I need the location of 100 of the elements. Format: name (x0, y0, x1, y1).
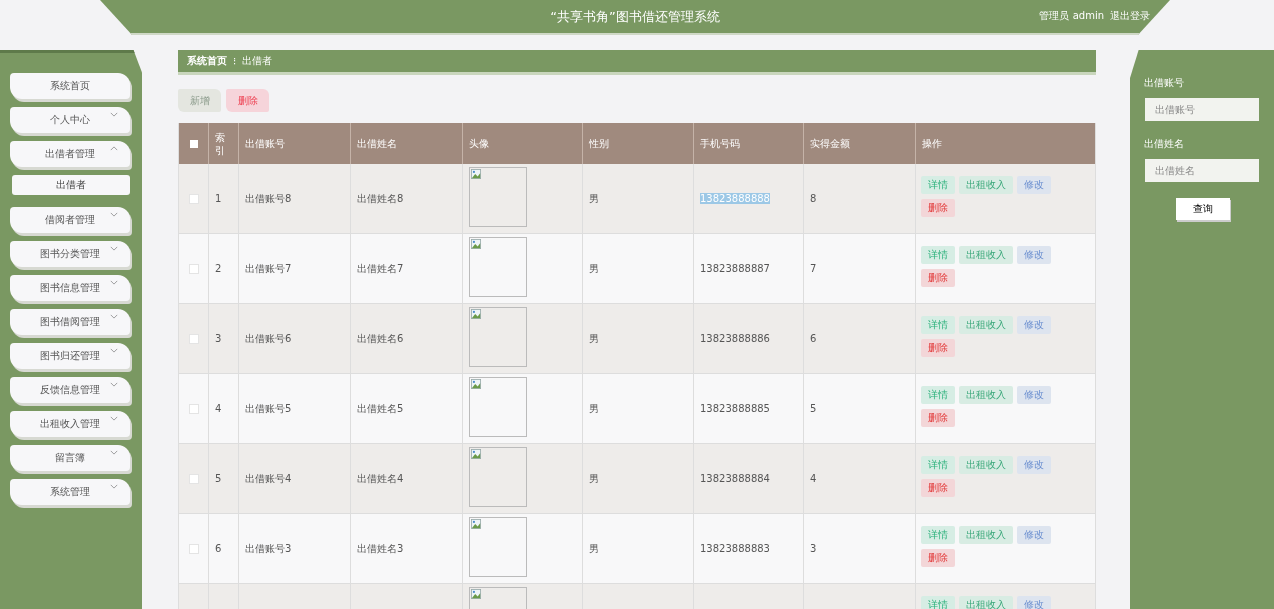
broken-image-icon (471, 309, 481, 319)
menu-item[interactable]: 图书借阅管理 (10, 309, 130, 335)
delete-button[interactable]: 删除 (921, 339, 955, 357)
row-checkbox[interactable] (188, 333, 199, 344)
detail-button[interactable]: 详情 (921, 456, 955, 474)
menu-item[interactable]: 借阅者管理 (10, 207, 130, 233)
detail-button[interactable]: 详情 (921, 246, 955, 264)
income-button[interactable]: 出租收入 (959, 176, 1013, 194)
menu-item[interactable]: 图书信息管理 (10, 275, 130, 301)
detail-button[interactable]: 详情 (921, 316, 955, 334)
table-cell: 13823888888 (700, 193, 770, 204)
table-cell: 男 (589, 191, 599, 206)
column-header: 操作 (922, 136, 942, 151)
select-all-checkbox[interactable] (189, 139, 198, 148)
logout-link[interactable]: 退出登录 (1110, 9, 1150, 23)
edit-button[interactable]: 修改 (1017, 316, 1051, 334)
breadcrumb-item[interactable]: 系统首页 (187, 54, 227, 68)
broken-image-icon (471, 379, 481, 389)
column-header: 性别 (589, 136, 609, 151)
menu-item[interactable]: 个人中心 (10, 107, 130, 133)
edit-button[interactable]: 修改 (1017, 246, 1051, 264)
detail-button[interactable]: 详情 (921, 176, 955, 194)
income-button[interactable]: 出租收入 (959, 246, 1013, 264)
detail-button[interactable]: 详情 (921, 596, 955, 609)
edit-button[interactable]: 修改 (1017, 526, 1051, 544)
table-cell: 5 (810, 403, 817, 414)
delete-button[interactable]: 删除 (921, 269, 955, 287)
table-cell: 4 (215, 403, 222, 414)
add-button[interactable]: 新增 (178, 89, 221, 112)
table-cell: 4 (810, 473, 817, 484)
system-title: “共享书角”图书借还管理系统 (550, 7, 720, 26)
income-button[interactable]: 出租收入 (959, 526, 1013, 544)
table-cell: 13823888883 (700, 543, 770, 554)
income-button[interactable]: 出租收入 (959, 316, 1013, 334)
menu-item[interactable]: 系统首页 (10, 73, 130, 99)
menu-item[interactable]: 系统管理 (10, 479, 130, 505)
edit-button[interactable]: 修改 (1017, 596, 1051, 609)
menu-item[interactable]: 出租收入管理 (10, 411, 130, 437)
search-field[interactable]: 出借账号 (1145, 98, 1259, 121)
table-cell: 6 (215, 543, 222, 554)
row-checkbox[interactable] (188, 193, 199, 204)
table-cell: 出借账号6 (245, 331, 292, 346)
submenu-item[interactable]: 出借者 (12, 175, 130, 195)
detail-button[interactable]: 详情 (921, 386, 955, 404)
detail-button[interactable]: 详情 (921, 526, 955, 544)
income-button[interactable]: 出租收入 (959, 456, 1013, 474)
table-cell: 出借姓名6 (357, 331, 404, 346)
table-cell: 男 (589, 401, 599, 416)
delete-button[interactable]: 删除 (921, 199, 955, 217)
breadcrumb-separator: ⁝ (233, 55, 237, 67)
broken-image-icon (471, 169, 481, 179)
table-cell: 出借姓名7 (357, 261, 404, 276)
menu-item[interactable]: 图书归还管理 (10, 343, 130, 369)
broken-image-icon (471, 589, 481, 599)
search-button[interactable]: 查询 (1176, 198, 1230, 220)
column-header: 手机号码 (700, 136, 740, 151)
table-cell: 出借账号3 (245, 541, 292, 556)
delete-button[interactable]: 删除 (921, 409, 955, 427)
column-header: 实得金额 (810, 136, 850, 151)
table-cell: 出借账号7 (245, 261, 292, 276)
edit-button[interactable]: 修改 (1017, 386, 1051, 404)
row-checkbox[interactable] (188, 403, 199, 414)
table-cell: 5 (215, 473, 222, 484)
table-cell: 出借姓名4 (357, 471, 404, 486)
column-header: 出借账号 (245, 136, 285, 151)
menu-item[interactable]: 反馈信息管理 (10, 377, 130, 403)
menu-item[interactable]: 图书分类管理 (10, 241, 130, 267)
income-button[interactable]: 出租收入 (959, 596, 1013, 609)
table-cell: 6 (810, 333, 817, 344)
column-header: 索引 (215, 130, 226, 157)
table-cell: 13823888887 (700, 263, 770, 274)
table-cell: 3 (215, 333, 222, 344)
table-cell: 出借账号8 (245, 191, 292, 206)
table-cell: 8 (810, 193, 817, 204)
menu-item[interactable]: 出借者管理 (10, 141, 130, 167)
row-checkbox[interactable] (188, 543, 199, 554)
delete-button[interactable]: 删除 (921, 479, 955, 497)
search-field[interactable]: 出借姓名 (1145, 159, 1259, 182)
breadcrumb-item: 出借者 (242, 54, 273, 68)
table-cell: 2 (215, 263, 222, 274)
income-button[interactable]: 出租收入 (959, 386, 1013, 404)
table-cell: 男 (589, 261, 599, 276)
row-checkbox[interactable] (188, 473, 199, 484)
table-cell: 1 (215, 193, 222, 204)
column-header: 头像 (469, 136, 489, 151)
table-cell: 13823888886 (700, 333, 770, 344)
field-label: 出借账号 (1144, 76, 1185, 90)
table-cell: 出借账号4 (245, 471, 292, 486)
table-cell: 3 (810, 543, 817, 554)
menu-item[interactable]: 留言簿 (10, 445, 130, 471)
table-cell: 出借姓名3 (357, 541, 404, 556)
delete-button[interactable]: 删除 (921, 549, 955, 567)
edit-button[interactable]: 修改 (1017, 176, 1051, 194)
delete-button[interactable]: 删除 (226, 89, 269, 112)
table-cell: 出借姓名8 (357, 191, 404, 206)
edit-button[interactable]: 修改 (1017, 456, 1051, 474)
table-cell: 13823888885 (700, 403, 770, 414)
row-checkbox[interactable] (188, 263, 199, 274)
broken-image-icon (471, 449, 481, 459)
user-label: 管理员 admin (1039, 9, 1104, 23)
